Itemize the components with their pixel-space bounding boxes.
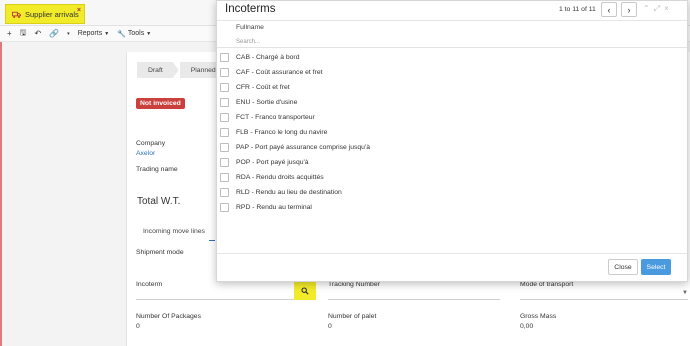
dialog-window-controls: ⌃ ⤢ × — [643, 4, 669, 14]
row-label: CFR - Coût et fret — [236, 84, 290, 91]
chevron-right-icon: › — [627, 4, 631, 15]
dialog-header: Incoterms 1 to 11 of 11 ‹ › ⌃ ⤢ × — [217, 1, 687, 21]
mode-of-transport-label: Mode of transport — [520, 281, 574, 288]
list-item[interactable]: PAP - Port payé assurance comprise jusqu… — [217, 140, 687, 155]
trading-name-label: Trading name — [136, 166, 178, 173]
row-checkbox[interactable] — [220, 53, 229, 62]
tracking-number-label: Tracking Number — [328, 281, 380, 288]
number-of-palet-value: 0 — [328, 323, 332, 330]
incoterm-label: Incoterm — [136, 281, 163, 288]
chevron-left-icon: ‹ — [607, 4, 611, 15]
dialog-title: Incoterms — [225, 3, 276, 15]
list-item[interactable]: FLB - Franco le long du navire — [217, 125, 687, 140]
status-badge: Not invoiced — [136, 98, 185, 109]
list-item[interactable]: ENU - Sortie d'usine — [217, 95, 687, 110]
list-item[interactable]: CFR - Coût et fret — [217, 80, 687, 95]
tab-label: Supplier arrivals — [25, 9, 79, 19]
expand-icon[interactable]: ⤢ — [654, 4, 660, 14]
truck-icon — [12, 11, 21, 18]
reports-label: Reports — [77, 30, 103, 37]
collapse-icon[interactable]: ⌃ — [643, 4, 650, 14]
close-icon[interactable]: × — [664, 4, 669, 14]
list-item[interactable]: RLD - Rendu au lieu de destination — [217, 185, 687, 200]
select-button[interactable]: Select — [641, 259, 671, 275]
tools-menu[interactable]: 🔧 Tools ▼ — [117, 30, 151, 38]
company-link[interactable]: Axelor — [136, 150, 155, 157]
step-draft[interactable]: Draft — [137, 62, 179, 78]
attachment-icon[interactable]: 🔗 — [49, 29, 59, 38]
reports-menu[interactable]: Reports ▼ — [78, 30, 109, 37]
list-item[interactable]: FCT - Franco transporteur — [217, 110, 687, 125]
incoterm-field-underline[interactable] — [136, 299, 316, 300]
list-item[interactable]: RPD - Rendu au terminal — [217, 200, 687, 215]
chevron-down-icon[interactable]: ▼ — [682, 290, 688, 296]
tab-incoming-move-lines[interactable]: Incoming move lines — [143, 228, 205, 235]
more-dropdown-icon[interactable]: ▾ — [67, 31, 70, 37]
list-item[interactable]: CAB - Chargé à bord — [217, 50, 687, 65]
total-wt-label: Total W.T. — [137, 196, 181, 207]
row-checkbox[interactable] — [220, 128, 229, 137]
row-checkbox[interactable] — [220, 143, 229, 152]
chevron-down-icon: ▼ — [104, 30, 110, 37]
gross-mass-value: 0,00 — [520, 323, 534, 330]
tab-close-icon[interactable]: × — [77, 7, 81, 14]
row-checkbox[interactable] — [220, 203, 229, 212]
row-checkbox[interactable] — [220, 188, 229, 197]
close-button[interactable]: Close — [608, 259, 638, 275]
left-accent-border — [0, 42, 2, 346]
back-icon[interactable]: ↶ — [35, 29, 42, 38]
row-label: RPD - Rendu au terminal — [236, 204, 312, 211]
row-checkbox[interactable] — [220, 68, 229, 77]
shipment-mode-label: Shipment mode — [136, 249, 184, 256]
row-label: RLD - Rendu au lieu de destination — [236, 189, 342, 196]
incoterm-search-button[interactable] — [294, 282, 316, 300]
column-header-fullname[interactable]: Fullname — [236, 24, 264, 31]
search-icon — [301, 287, 309, 295]
dialog-footer-divider — [217, 253, 687, 254]
row-label: CAF - Coût assurance et fret — [236, 69, 323, 76]
save-icon[interactable]: 🖫 — [20, 27, 27, 41]
row-checkbox[interactable] — [220, 113, 229, 122]
list-item[interactable]: POP - Port payé jusqu'à — [217, 155, 687, 170]
row-checkbox[interactable] — [220, 158, 229, 167]
row-label: RDA - Rendu droits acquittés — [236, 174, 324, 181]
row-checkbox[interactable] — [220, 83, 229, 92]
row-label: FCT - Franco transporteur — [236, 114, 315, 121]
row-checkbox[interactable] — [220, 98, 229, 107]
row-label: CAB - Chargé à bord — [236, 54, 300, 61]
tracking-number-input[interactable] — [328, 299, 500, 300]
tab-supplier-arrivals[interactable]: Supplier arrivals × — [5, 4, 85, 24]
row-label: PAP - Port payé assurance comprise jusqu… — [236, 144, 371, 151]
number-of-packages-value: 0 — [136, 323, 140, 330]
list-item[interactable]: RDA - Rendu droits acquittés — [217, 170, 687, 185]
incoterms-dialog: Incoterms 1 to 11 of 11 ‹ › ⌃ ⤢ × Fullna… — [216, 0, 688, 282]
list-item[interactable]: CAF - Coût assurance et fret — [217, 65, 687, 80]
active-tab-indicator — [209, 240, 215, 241]
status-steps: Draft Planned — [137, 62, 228, 78]
mode-of-transport-select[interactable] — [520, 299, 688, 300]
tools-label: Tools — [127, 30, 145, 37]
number-of-packages-label: Number Of Packages — [136, 313, 201, 320]
row-label: POP - Port payé jusqu'à — [236, 159, 309, 166]
chevron-down-icon: ▼ — [146, 30, 152, 37]
row-label: ENU - Sortie d'usine — [236, 99, 298, 106]
fullname-search-input[interactable]: Search... — [236, 39, 260, 45]
add-button[interactable]: + — [7, 29, 12, 38]
prev-page-button[interactable]: ‹ — [601, 2, 617, 17]
pager-text: 1 to 11 of 11 — [559, 6, 596, 13]
number-of-palet-label: Number of palet — [328, 313, 377, 320]
company-label: Company — [136, 140, 166, 147]
header-divider — [217, 47, 687, 48]
wrench-icon: 🔧 — [117, 30, 126, 38]
incoterm-list: CAB - Chargé à bord CAF - Coût assurance… — [217, 50, 687, 215]
next-page-button[interactable]: › — [621, 2, 637, 17]
gross-mass-label: Gross Mass — [520, 313, 557, 320]
row-label: FLB - Franco le long du navire — [236, 129, 328, 136]
row-checkbox[interactable] — [220, 173, 229, 182]
